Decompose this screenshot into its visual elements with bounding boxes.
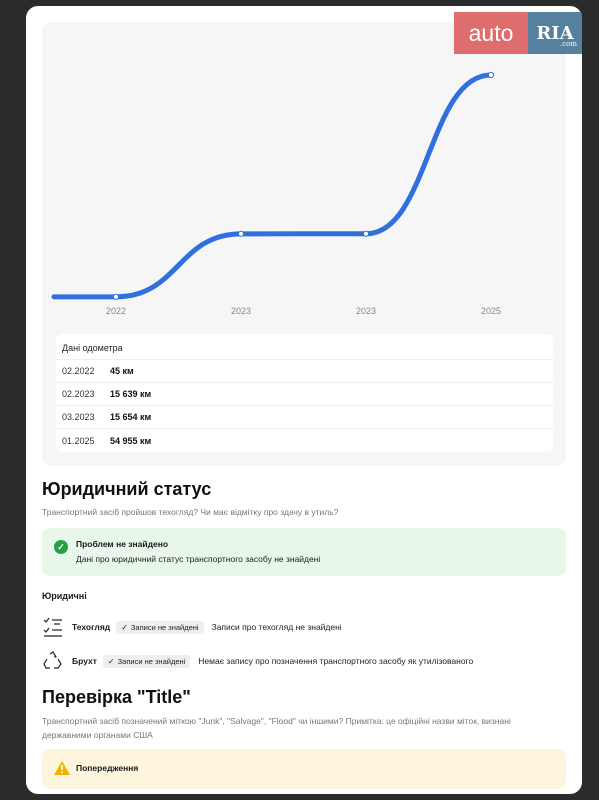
legal-section-label: Юридичні <box>42 591 87 601</box>
odometer-date: 01.2025 <box>62 435 95 446</box>
odometer-row: 01.2025 54 955 км <box>56 429 553 452</box>
odometer-row: 02.2022 45 км <box>56 360 553 383</box>
checklist-icon <box>43 617 62 637</box>
odometer-row: 03.2023 15 654 км <box>56 406 553 429</box>
odometer-data-point[interactable] <box>112 293 120 300</box>
autoria-logo: auto RIA .com <box>454 12 582 54</box>
odometer-data-point[interactable] <box>362 230 370 237</box>
odometer-chart-panel: 2022 2023 2023 2025 Дані одометра 02.2022 4… <box>42 22 566 466</box>
title-check-subtitle: Транспортний засіб позначений міткою "Ju… <box>42 716 511 740</box>
odometer-km: 15 639 км <box>110 389 152 399</box>
odometer-row: 02.2023 15 639 км <box>56 383 553 406</box>
alert-text: Дані про юридичний статус транспортного … <box>76 554 321 564</box>
odometer-km: 15 654 км <box>110 412 152 422</box>
badge-label: Записи не знайдені <box>130 622 199 632</box>
legal-item-desc: Записи про техогляд не знайдені <box>211 622 342 632</box>
logo-auto: auto <box>454 12 528 54</box>
status-badge: ✓ Записи не знайдені <box>102 654 191 668</box>
x-tick-label: 2025 <box>481 306 501 316</box>
legal-status-heading: Юридичний статус <box>42 479 212 499</box>
odometer-title: Дані одометра <box>56 334 553 360</box>
odometer-series-line <box>51 72 494 300</box>
x-tick-label: 2023 <box>356 306 376 316</box>
check-circle-icon: ✓ <box>54 540 68 554</box>
warning-title: Попередження <box>76 763 139 773</box>
legal-item-scrap: Брухт ✓ Записи не знайдені Немає запису п… <box>42 649 562 673</box>
recycle-icon <box>43 651 62 669</box>
report-card: 2022 2023 2023 2025 Дані одометра 02.2022 4… <box>26 6 582 794</box>
odometer-km: 45 км <box>110 366 134 376</box>
odometer-date: 02.2023 <box>62 389 95 399</box>
odometer-date: 02.2022 <box>62 366 95 376</box>
x-tick-label: 2022 <box>106 306 126 316</box>
legal-item-name: Техогляд <box>72 622 111 632</box>
check-icon: ✓ <box>121 622 128 632</box>
odometer-date: 03.2023 <box>62 412 95 422</box>
odometer-data-point[interactable] <box>487 71 495 79</box>
odometer-km: 54 955 км <box>110 435 152 446</box>
alert-title: Проблем не знайдено <box>76 539 169 549</box>
logo-ria-suffix: .com <box>560 40 577 48</box>
title-check-heading: Перевірка "Title" <box>42 687 191 707</box>
warning-icon <box>54 761 70 775</box>
legal-item-name: Брухт <box>72 656 97 666</box>
legal-item-inspection: Техогляд ✓ Записи не знайдені Записи про … <box>42 615 562 639</box>
x-tick-label: 2023 <box>231 306 251 316</box>
logo-ria: RIA .com <box>528 12 582 54</box>
odometer-chart: 2022 2023 2023 2025 <box>51 71 501 316</box>
odometer-data-point[interactable] <box>237 230 245 237</box>
check-icon: ✓ <box>107 656 115 666</box>
legal-status-subtitle: Транспортний засіб пройшов техогляд? Чи … <box>42 507 339 517</box>
badge-label: Записи не знайдені <box>117 656 186 666</box>
warning-alert: Попередження <box>42 749 566 789</box>
odometer-table: Дані одометра 02.2022 45 км 02.2023 15 6… <box>56 334 553 452</box>
legal-item-desc: Немає запису про позначення транспортног… <box>198 656 474 666</box>
no-problems-alert: ✓ Проблем не знайдено Дані про юридичний… <box>42 528 566 576</box>
status-badge: ✓ Записи не знайдені <box>116 620 204 634</box>
